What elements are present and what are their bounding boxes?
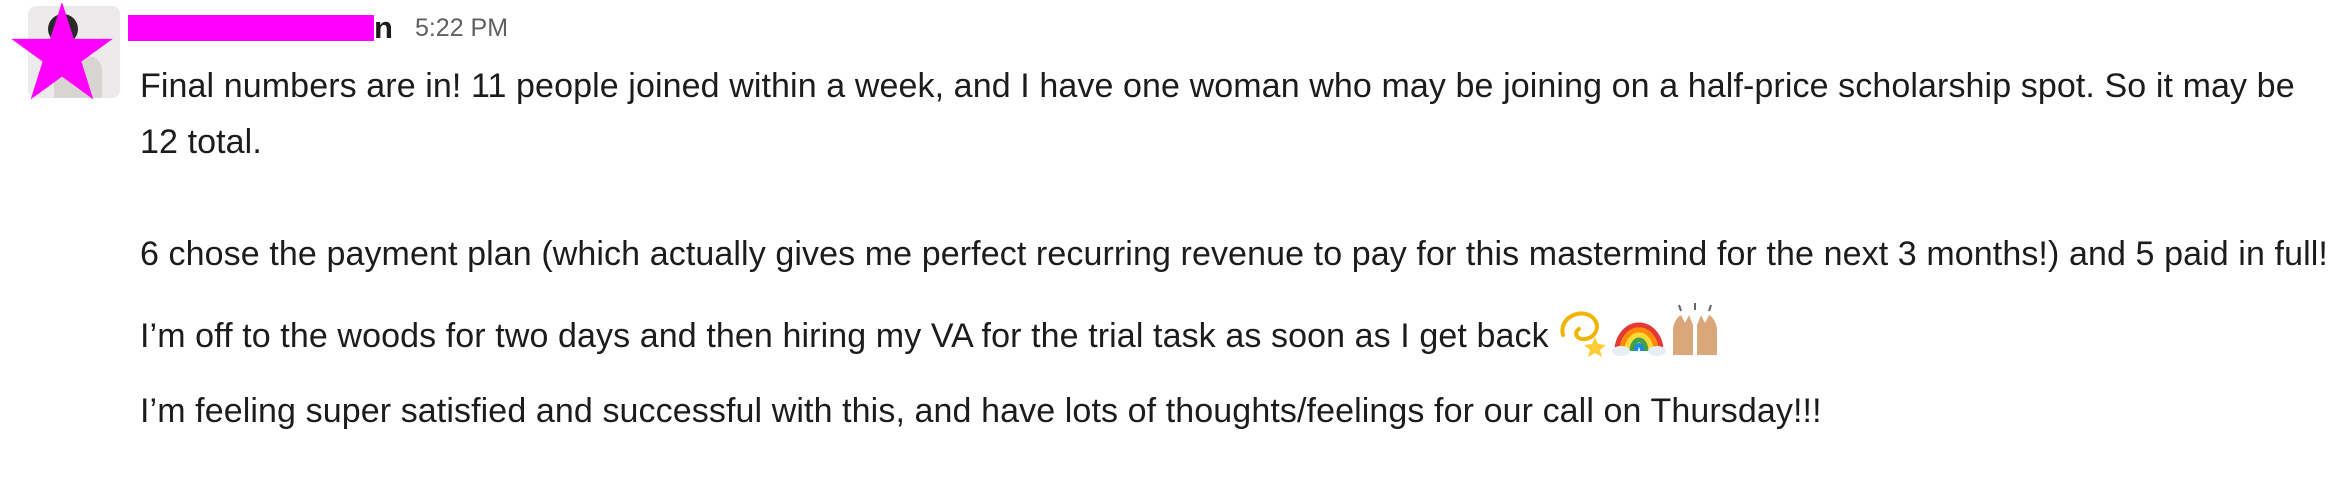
author-name-redaction — [128, 15, 374, 41]
message-paragraph: Final numbers are in! 11 people joined w… — [140, 67, 2295, 161]
rainbow-icon — [1611, 322, 1666, 356]
message-paragraph-text: I’m off to the woods for two days and th… — [140, 317, 1549, 355]
author-name[interactable]: n — [374, 10, 393, 46]
raising-hands-icon — [1672, 303, 1717, 355]
message-paragraph: I’m feeling super satisfied and successf… — [140, 392, 1822, 430]
message-header: n 5:22 PM — [128, 8, 508, 48]
message-paragraph: 6 chose the payment plan (which actually… — [140, 235, 2328, 273]
message-timestamp[interactable]: 5:22 PM — [415, 14, 508, 43]
message-body: Final numbers are in! 11 people joined w… — [140, 58, 2340, 439]
dizzy-icon — [1560, 311, 1606, 357]
chat-message: n 5:22 PM Final numbers are in! 11 peopl… — [0, 0, 2344, 486]
emoji-group — [1555, 301, 1723, 357]
message-paragraph: I’m off to the woods for two days and th… — [140, 301, 2340, 364]
redaction-star-icon — [11, 2, 113, 100]
